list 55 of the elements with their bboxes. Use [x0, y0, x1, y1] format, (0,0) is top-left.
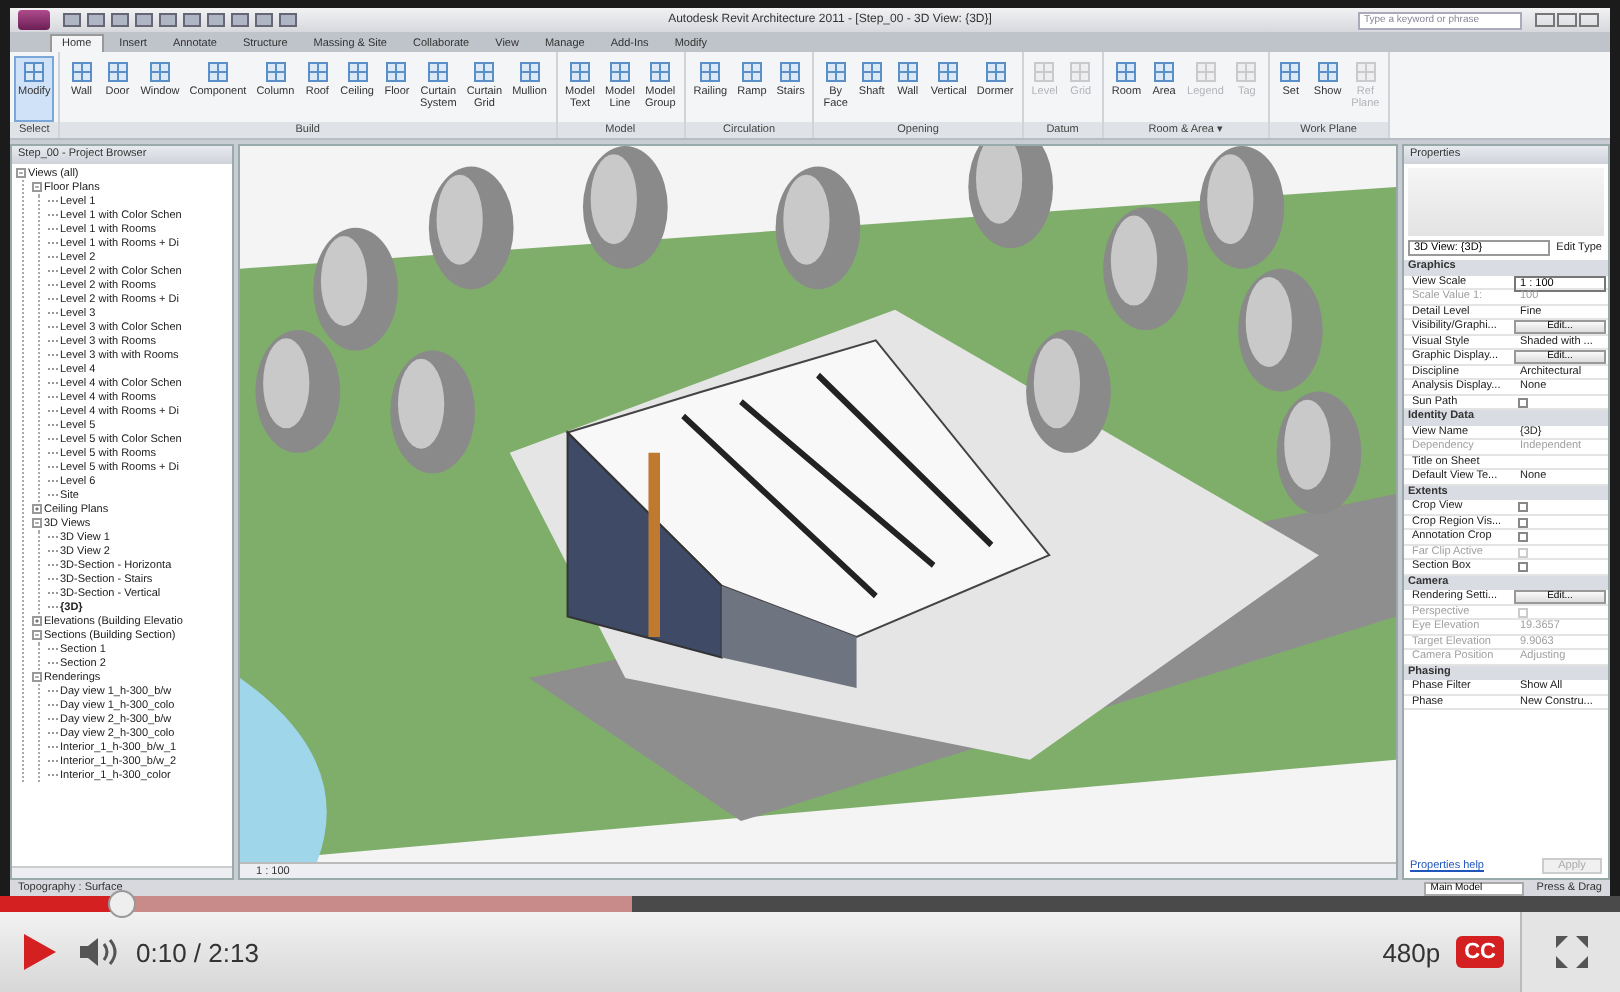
- fullscreen-icon: [1551, 932, 1591, 972]
- tool-icon: [384, 60, 409, 84]
- expand-icon[interactable]: [32, 504, 42, 514]
- window-controls-icon[interactable]: [1534, 12, 1602, 28]
- tool-icon: [1234, 60, 1259, 84]
- tool-icon: [205, 60, 230, 84]
- quick-access-toolbar[interactable]: [62, 12, 302, 28]
- quality-button[interactable]: 480p: [1382, 937, 1441, 967]
- tool-icon: [859, 60, 884, 84]
- progress-track[interactable]: [0, 896, 1620, 912]
- tool-icon: [1068, 60, 1093, 84]
- tool-icon: [1315, 60, 1340, 84]
- tool-icon: [778, 60, 803, 84]
- app-logo-icon[interactable]: [18, 10, 50, 30]
- tool-icon: [517, 60, 542, 84]
- tool-icon: [895, 60, 920, 84]
- tool-icon: [739, 60, 764, 84]
- expand-icon[interactable]: [32, 616, 42, 626]
- property-checkbox[interactable]: [1518, 397, 1528, 407]
- tool-icon: [305, 60, 330, 84]
- tool-icon: [22, 60, 47, 84]
- volume-button[interactable]: [76, 934, 120, 970]
- tool-icon: [648, 60, 673, 84]
- property-checkbox[interactable]: [1518, 517, 1528, 527]
- tool-icon: [345, 60, 370, 84]
- tool-icon: [426, 60, 451, 84]
- property-checkbox[interactable]: [1518, 562, 1528, 572]
- tool-icon: [983, 60, 1008, 84]
- tool-icon: [69, 60, 94, 84]
- tool-icon: [1032, 60, 1057, 84]
- tool-icon: [1278, 60, 1303, 84]
- tool-icon: [567, 60, 592, 84]
- collapse-icon[interactable]: [32, 518, 42, 528]
- tool-icon: [147, 60, 172, 84]
- captions-button[interactable]: CC: [1456, 936, 1504, 968]
- tool-icon: [263, 60, 288, 84]
- horizontal-scrollbar[interactable]: [12, 866, 232, 878]
- tool-icon: [823, 60, 848, 84]
- tool-icon: [472, 60, 497, 84]
- tool-icon: [105, 60, 130, 84]
- collapse-icon[interactable]: [32, 630, 42, 640]
- collapse-icon[interactable]: [32, 672, 42, 682]
- tool-icon: [1193, 60, 1218, 84]
- property-checkbox[interactable]: [1518, 502, 1528, 512]
- time-display: 0:10 / 2:13: [136, 937, 259, 967]
- property-checkbox[interactable]: [1518, 532, 1528, 542]
- tool-icon: [1353, 60, 1378, 84]
- tool-icon: [1152, 60, 1177, 84]
- tool-icon: [607, 60, 632, 84]
- tool-icon: [698, 60, 723, 84]
- tool-icon: [1114, 60, 1139, 84]
- collapse-icon[interactable]: [16, 168, 26, 178]
- collapse-icon[interactable]: [32, 182, 42, 192]
- tool-icon: [936, 60, 961, 84]
- fullscreen-button[interactable]: [1520, 912, 1620, 992]
